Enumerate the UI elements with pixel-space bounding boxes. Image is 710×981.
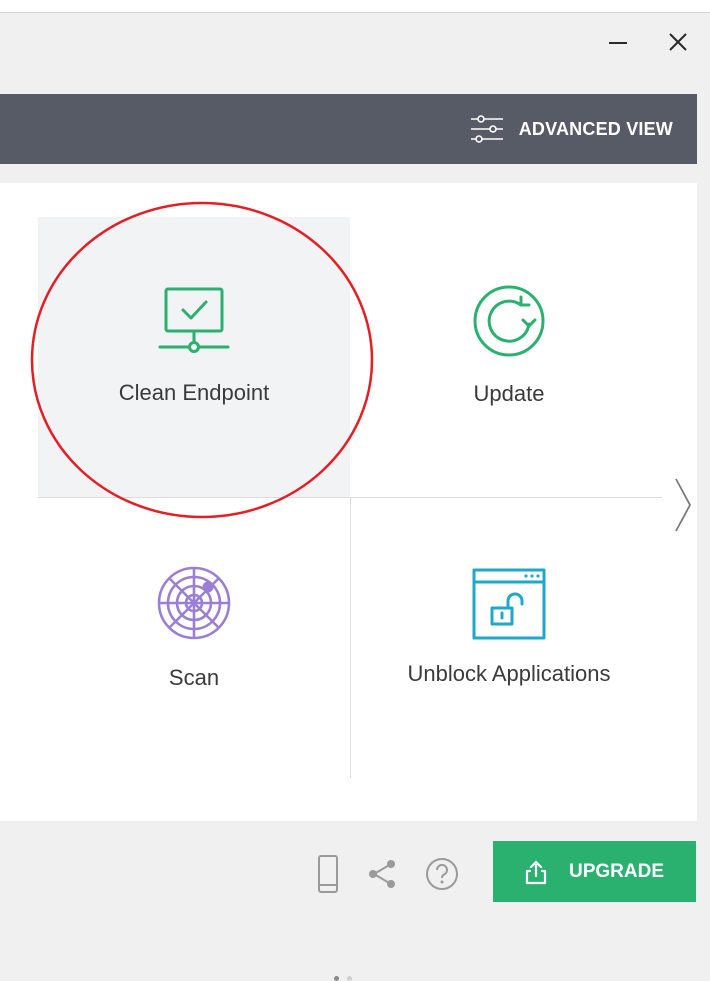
- pagination-dots: [334, 976, 352, 981]
- minimize-icon: [609, 42, 627, 44]
- tile-label: Update: [473, 381, 545, 406]
- tile-clean-endpoint[interactable]: Clean Endpoint: [38, 217, 350, 497]
- task-panel: Clean Endpoint Update Scan Unblock Appli…: [0, 183, 697, 981]
- advanced-view-button[interactable]: ADVANCED VIEW: [469, 114, 673, 144]
- window-top-edge: [0, 0, 710, 13]
- next-page-arrow-icon[interactable]: [668, 475, 696, 535]
- tile-label: Clean Endpoint: [118, 380, 270, 405]
- sliders-icon: [470, 115, 503, 143]
- page-dot-active[interactable]: [334, 976, 339, 981]
- help-button[interactable]: [422, 852, 462, 896]
- close-icon: [669, 33, 687, 51]
- share-button[interactable]: [364, 852, 400, 896]
- minimize-button[interactable]: [598, 22, 638, 62]
- monitor-check-icon: [158, 287, 230, 353]
- upgrade-button[interactable]: UPGRADE: [493, 841, 696, 902]
- mobile-button[interactable]: [313, 852, 343, 896]
- tile-scan[interactable]: Scan: [38, 498, 350, 783]
- close-button[interactable]: [658, 22, 698, 62]
- tile-label: Scan: [168, 665, 220, 690]
- radar-icon: [157, 566, 231, 640]
- mobile-icon: [318, 855, 338, 893]
- page-dot[interactable]: [347, 976, 352, 981]
- upgrade-label: UPGRADE: [568, 860, 664, 882]
- grid-divider-vertical: [350, 498, 351, 778]
- tile-unblock-applications[interactable]: Unblock Applications: [351, 498, 667, 783]
- window-unlock-icon: [472, 568, 546, 640]
- advanced-view-label: ADVANCED VIEW: [518, 118, 673, 139]
- tile-label: Unblock Applications: [407, 661, 611, 686]
- header-bar: ADVANCED VIEW: [0, 94, 697, 164]
- refresh-icon: [473, 285, 545, 357]
- upload-icon: [525, 860, 547, 884]
- tile-update[interactable]: Update: [351, 217, 667, 497]
- share-icon: [369, 860, 395, 888]
- help-icon: [426, 858, 458, 890]
